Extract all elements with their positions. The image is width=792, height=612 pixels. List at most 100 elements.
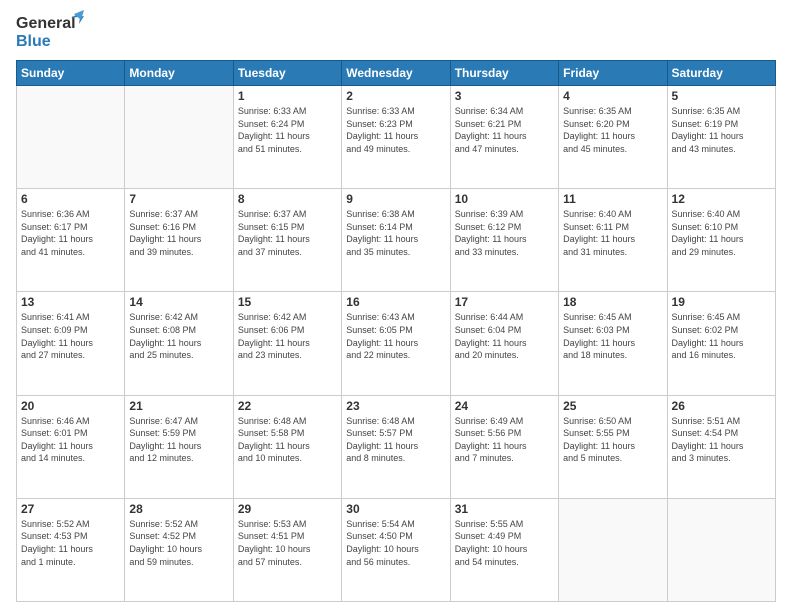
day-number: 29 (238, 502, 337, 516)
day-info: Sunrise: 5:52 AM Sunset: 4:52 PM Dayligh… (129, 518, 228, 568)
day-number: 11 (563, 192, 662, 206)
day-number: 5 (672, 89, 771, 103)
calendar-cell: 7Sunrise: 6:37 AM Sunset: 6:16 PM Daylig… (125, 189, 233, 292)
calendar-cell: 12 Sunrise: 6:40 AM Sunset: 6:10 PM Dayli… (667, 189, 775, 292)
calendar-week-2: 6 Sunrise: 6:36 AM Sunset: 6:17 PM Daylig… (17, 189, 776, 292)
day-number: 12 (672, 192, 771, 206)
day-number: 25 (563, 399, 662, 413)
day-number: 6 (21, 192, 120, 206)
day-number: 26 (672, 399, 771, 413)
day-info: Sunrise: 6:40 AM Sunset: 6:11 PM Dayligh… (563, 208, 662, 258)
calendar-cell (17, 86, 125, 189)
calendar-cell: 26 Sunrise: 5:51 AM Sunset: 4:54 PM Dayli… (667, 395, 775, 498)
day-number: 20 (21, 399, 120, 413)
day-number: 9 (346, 192, 445, 206)
calendar-cell (559, 498, 667, 601)
day-info: Sunrise: 5:52 AM Sunset: 4:53 PM Dayligh… (21, 518, 120, 568)
header: GeneralBlue (16, 10, 776, 54)
day-info: Sunrise: 6:35 AM Sunset: 6:19 PM Dayligh… (672, 105, 771, 155)
day-info: Sunrise: 6:45 AM Sunset: 6:03 PM Dayligh… (563, 311, 662, 361)
logo-svg: GeneralBlue (16, 10, 86, 54)
calendar-cell: 23 Sunrise: 6:48 AM Sunset: 5:57 PM Dayli… (342, 395, 450, 498)
day-info: Sunrise: 6:50 AM Sunset: 5:55 PM Dayligh… (563, 415, 662, 465)
day-info: Sunrise: 5:51 AM Sunset: 4:54 PM Dayligh… (672, 415, 771, 465)
weekday-header-sunday: Sunday (17, 61, 125, 86)
day-info: Sunrise: 6:41 AM Sunset: 6:09 PM Dayligh… (21, 311, 120, 361)
calendar-cell: 5 Sunrise: 6:35 AM Sunset: 6:19 PM Daylig… (667, 86, 775, 189)
weekday-header-wednesday: Wednesday (342, 61, 450, 86)
calendar-cell: 25 Sunrise: 6:50 AM Sunset: 5:55 PM Dayli… (559, 395, 667, 498)
calendar-cell: 21 Sunrise: 6:47 AM Sunset: 5:59 PM Dayli… (125, 395, 233, 498)
logo: GeneralBlue (16, 10, 86, 54)
calendar-cell: 19 Sunrise: 6:45 AM Sunset: 6:02 PM Dayli… (667, 292, 775, 395)
calendar-cell: 28 Sunrise: 5:52 AM Sunset: 4:52 PM Dayli… (125, 498, 233, 601)
day-number: 13 (21, 295, 120, 309)
calendar-cell: 15 Sunrise: 6:42 AM Sunset: 6:06 PM Dayli… (233, 292, 341, 395)
day-info: Sunrise: 6:33 AM Sunset: 6:24 PM Dayligh… (238, 105, 337, 155)
calendar-week-5: 27 Sunrise: 5:52 AM Sunset: 4:53 PM Dayli… (17, 498, 776, 601)
calendar-cell: 4 Sunrise: 6:35 AM Sunset: 6:20 PM Daylig… (559, 86, 667, 189)
day-number: 16 (346, 295, 445, 309)
day-info: Sunrise: 6:37 AM Sunset: 6:16 PM Dayligh… (129, 208, 228, 258)
calendar-cell: 27 Sunrise: 5:52 AM Sunset: 4:53 PM Dayli… (17, 498, 125, 601)
day-number: 17 (455, 295, 554, 309)
day-info: Sunrise: 6:46 AM Sunset: 6:01 PM Dayligh… (21, 415, 120, 465)
calendar-cell: 3 Sunrise: 6:34 AM Sunset: 6:21 PM Daylig… (450, 86, 558, 189)
calendar-cell: 22 Sunrise: 6:48 AM Sunset: 5:58 PM Dayli… (233, 395, 341, 498)
calendar-cell: 11 Sunrise: 6:40 AM Sunset: 6:11 PM Dayli… (559, 189, 667, 292)
calendar-cell: 31Sunrise: 5:55 AM Sunset: 4:49 PM Dayli… (450, 498, 558, 601)
svg-text:Blue: Blue (16, 33, 51, 50)
day-number: 10 (455, 192, 554, 206)
calendar-cell: 16Sunrise: 6:43 AM Sunset: 6:05 PM Dayli… (342, 292, 450, 395)
day-number: 27 (21, 502, 120, 516)
day-info: Sunrise: 6:42 AM Sunset: 6:06 PM Dayligh… (238, 311, 337, 361)
day-info: Sunrise: 6:40 AM Sunset: 6:10 PM Dayligh… (672, 208, 771, 258)
day-number: 2 (346, 89, 445, 103)
day-info: Sunrise: 6:33 AM Sunset: 6:23 PM Dayligh… (346, 105, 445, 155)
calendar-cell: 10Sunrise: 6:39 AM Sunset: 6:12 PM Dayli… (450, 189, 558, 292)
calendar-cell: 6 Sunrise: 6:36 AM Sunset: 6:17 PM Daylig… (17, 189, 125, 292)
svg-text:General: General (16, 15, 76, 32)
calendar-cell: 18 Sunrise: 6:45 AM Sunset: 6:03 PM Dayli… (559, 292, 667, 395)
day-info: Sunrise: 6:36 AM Sunset: 6:17 PM Dayligh… (21, 208, 120, 258)
day-info: Sunrise: 6:48 AM Sunset: 5:57 PM Dayligh… (346, 415, 445, 465)
day-info: Sunrise: 6:34 AM Sunset: 6:21 PM Dayligh… (455, 105, 554, 155)
weekday-header-row: SundayMondayTuesdayWednesdayThursdayFrid… (17, 61, 776, 86)
day-number: 15 (238, 295, 337, 309)
day-number: 21 (129, 399, 228, 413)
calendar-cell: 14 Sunrise: 6:42 AM Sunset: 6:08 PM Dayli… (125, 292, 233, 395)
day-info: Sunrise: 6:48 AM Sunset: 5:58 PM Dayligh… (238, 415, 337, 465)
calendar-cell: 13 Sunrise: 6:41 AM Sunset: 6:09 PM Dayli… (17, 292, 125, 395)
calendar-week-3: 13 Sunrise: 6:41 AM Sunset: 6:09 PM Dayli… (17, 292, 776, 395)
day-number: 24 (455, 399, 554, 413)
calendar-cell: 2 Sunrise: 6:33 AM Sunset: 6:23 PM Daylig… (342, 86, 450, 189)
day-info: Sunrise: 6:45 AM Sunset: 6:02 PM Dayligh… (672, 311, 771, 361)
day-number: 3 (455, 89, 554, 103)
day-number: 19 (672, 295, 771, 309)
day-info: Sunrise: 6:37 AM Sunset: 6:15 PM Dayligh… (238, 208, 337, 258)
day-info: Sunrise: 5:54 AM Sunset: 4:50 PM Dayligh… (346, 518, 445, 568)
day-info: Sunrise: 5:55 AM Sunset: 4:49 PM Dayligh… (455, 518, 554, 568)
calendar-cell: 30Sunrise: 5:54 AM Sunset: 4:50 PM Dayli… (342, 498, 450, 601)
calendar-cell: 29Sunrise: 5:53 AM Sunset: 4:51 PM Dayli… (233, 498, 341, 601)
calendar-cell: 1Sunrise: 6:33 AM Sunset: 6:24 PM Daylig… (233, 86, 341, 189)
calendar-cell: 20 Sunrise: 6:46 AM Sunset: 6:01 PM Dayli… (17, 395, 125, 498)
calendar-table: SundayMondayTuesdayWednesdayThursdayFrid… (16, 60, 776, 602)
calendar-cell (667, 498, 775, 601)
weekday-header-friday: Friday (559, 61, 667, 86)
day-number: 23 (346, 399, 445, 413)
calendar-cell: 24Sunrise: 6:49 AM Sunset: 5:56 PM Dayli… (450, 395, 558, 498)
day-info: Sunrise: 6:38 AM Sunset: 6:14 PM Dayligh… (346, 208, 445, 258)
day-number: 28 (129, 502, 228, 516)
day-number: 22 (238, 399, 337, 413)
day-info: Sunrise: 6:42 AM Sunset: 6:08 PM Dayligh… (129, 311, 228, 361)
page: GeneralBlue SundayMondayTuesdayWednesday… (0, 0, 792, 612)
day-info: Sunrise: 6:35 AM Sunset: 6:20 PM Dayligh… (563, 105, 662, 155)
weekday-header-saturday: Saturday (667, 61, 775, 86)
weekday-header-monday: Monday (125, 61, 233, 86)
calendar-cell (125, 86, 233, 189)
day-number: 14 (129, 295, 228, 309)
day-number: 4 (563, 89, 662, 103)
day-info: Sunrise: 6:47 AM Sunset: 5:59 PM Dayligh… (129, 415, 228, 465)
day-number: 18 (563, 295, 662, 309)
